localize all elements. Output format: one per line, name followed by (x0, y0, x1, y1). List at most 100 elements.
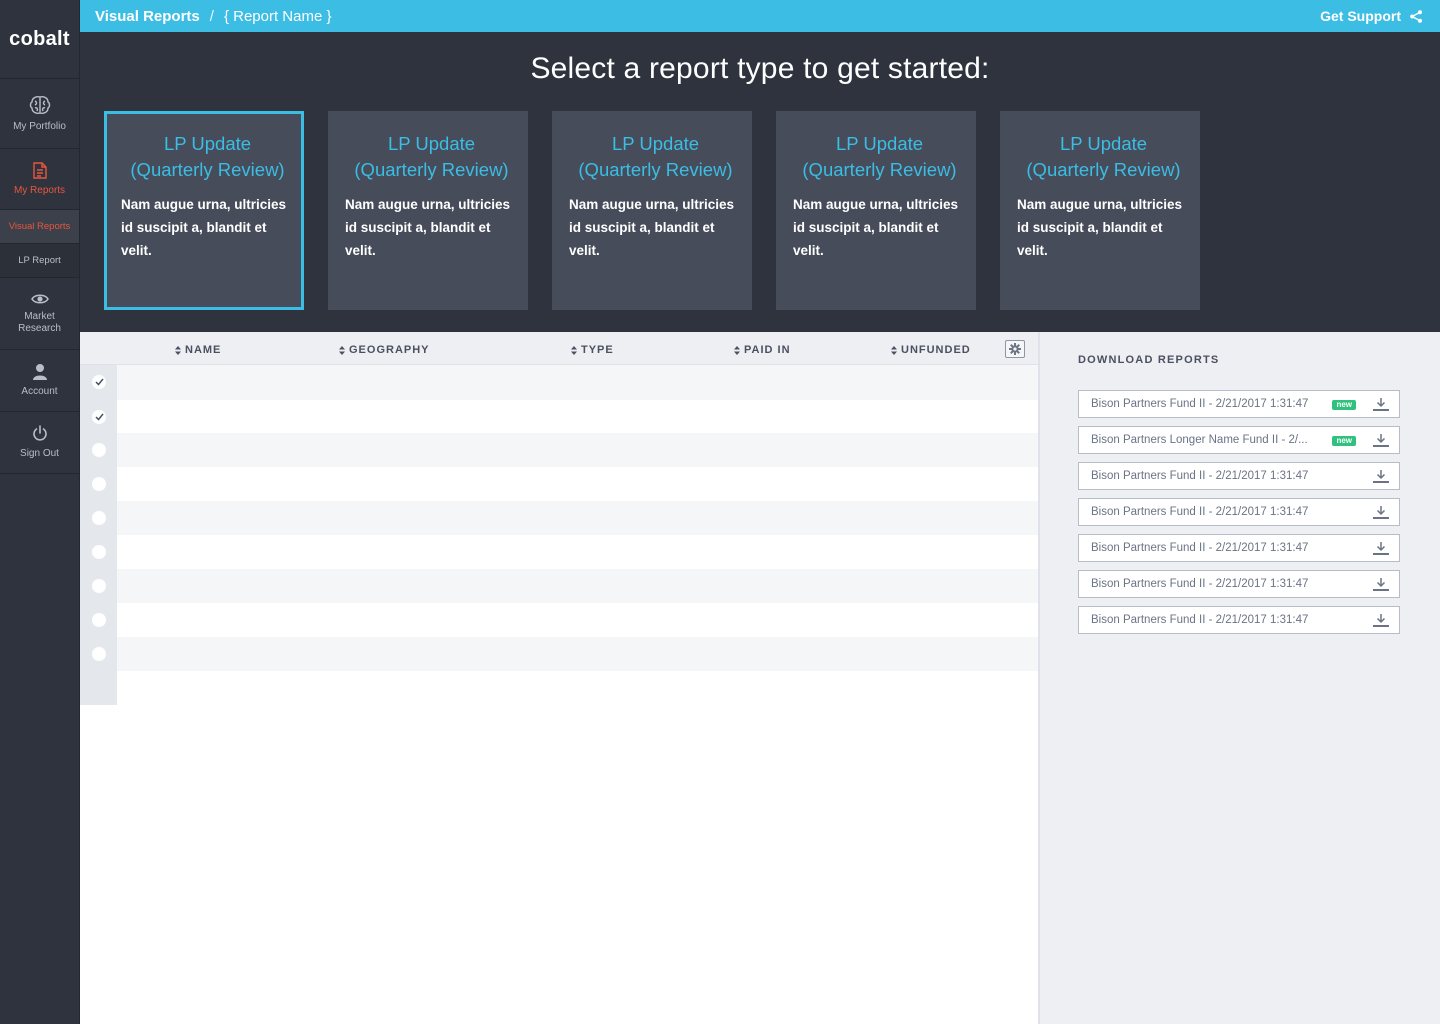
sidebar-item-my-portfolio[interactable]: My Portfolio (0, 79, 79, 149)
row-checkbox[interactable] (92, 443, 106, 457)
get-support-button[interactable]: Get Support (1320, 0, 1422, 32)
row-cells (117, 467, 1038, 501)
sort-icon (571, 345, 577, 355)
document-icon (32, 161, 47, 179)
sort-icon (175, 345, 181, 355)
breadcrumb-current: { Report Name } (223, 7, 332, 25)
report-file-name: Bison Partners Fund II - 2/21/2017 1:31:… (1091, 506, 1309, 518)
page-title: Select a report type to get started: (530, 52, 990, 85)
row-cells (117, 365, 1038, 400)
report-type-section: Select a report type to get started: LP … (80, 32, 1440, 332)
table-header: NAME GEOGRAPHY TYPE PAID IN UNFUNDED (80, 332, 1038, 365)
card-title: LP Update (Quarterly Review) (578, 133, 733, 180)
download-icon[interactable] (1372, 433, 1390, 447)
card-title: LP Update (Quarterly Review) (354, 133, 509, 180)
sort-icon (339, 345, 345, 355)
column-label: UNFUNDED (901, 344, 971, 356)
power-icon (32, 425, 48, 442)
new-badge: new (1332, 400, 1356, 410)
download-report-item[interactable]: Bison Partners Fund II - 2/21/2017 1:31:… (1078, 534, 1400, 562)
report-file-name: Bison Partners Longer Name Fund II - 2/.… (1091, 434, 1308, 446)
download-reports-heading: DOWNLOAD REPORTS (1078, 354, 1220, 366)
row-cells (117, 535, 1038, 569)
sidebar-item-my-reports[interactable]: My Reports (0, 149, 79, 210)
download-report-item[interactable]: Bison Partners Fund II - 2/21/2017 1:31:… (1078, 570, 1400, 598)
download-icon[interactable] (1372, 469, 1390, 483)
sidebar-item-account[interactable]: Account (0, 350, 79, 412)
column-label: NAME (185, 344, 222, 356)
download-report-item[interactable]: Bison Partners Fund II - 2/21/2017 1:31:… (1078, 606, 1400, 634)
sidebar-item-label: LP Report (18, 254, 61, 266)
table-row[interactable] (80, 603, 1038, 637)
card-title: LP Update (Quarterly Review) (130, 133, 285, 180)
row-checkbox[interactable] (92, 410, 106, 424)
sidebar-item-lp-report[interactable]: LP Report (0, 244, 79, 278)
row-checkbox[interactable] (92, 511, 106, 525)
table-row[interactable] (80, 433, 1038, 467)
download-report-item[interactable]: Bison Partners Fund II - 2/21/2017 1:31:… (1078, 498, 1400, 526)
user-icon (32, 363, 47, 380)
card-description: Nam augue urna, ultricies id suscipit a,… (121, 197, 287, 258)
row-checkbox[interactable] (92, 579, 106, 593)
column-header-type[interactable]: TYPE (571, 344, 614, 356)
sidebar-item-sign-out[interactable]: Sign Out (0, 412, 79, 474)
column-header-paid-in[interactable]: PAID IN (734, 344, 791, 356)
column-header-geography[interactable]: GEOGRAPHY (339, 344, 430, 356)
table-row[interactable] (80, 535, 1038, 569)
funds-table: NAME GEOGRAPHY TYPE PAID IN UNFUNDED (80, 332, 1038, 1024)
sort-icon (891, 345, 897, 355)
table-row[interactable] (80, 501, 1038, 535)
column-label: PAID IN (744, 344, 791, 356)
card-description: Nam augue urna, ultricies id suscipit a,… (345, 197, 511, 258)
download-report-item[interactable]: Bison Partners Fund II - 2/21/2017 1:31:… (1078, 462, 1400, 490)
sidebar-item-visual-reports[interactable]: Visual Reports (0, 210, 79, 244)
row-checkbox[interactable] (92, 613, 106, 627)
download-icon[interactable] (1372, 505, 1390, 519)
report-type-card[interactable]: LP Update (Quarterly Review) Nam augue u… (328, 111, 528, 310)
row-cells (117, 569, 1038, 603)
card-description: Nam augue urna, ultricies id suscipit a,… (569, 197, 735, 258)
column-header-unfunded[interactable]: UNFUNDED (891, 344, 971, 356)
get-support-label: Get Support (1320, 8, 1401, 24)
report-type-card[interactable]: LP Update (Quarterly Review) Nam augue u… (1000, 111, 1200, 310)
report-type-card[interactable]: LP Update (Quarterly Review) Nam augue u… (552, 111, 752, 310)
row-checkbox[interactable] (92, 375, 106, 389)
column-label: GEOGRAPHY (349, 344, 430, 356)
download-report-item[interactable]: Bison Partners Fund II - 2/21/2017 1:31:… (1078, 390, 1400, 418)
table-settings-button[interactable] (1005, 340, 1025, 358)
table-row[interactable] (80, 637, 1038, 671)
download-icon[interactable] (1372, 397, 1390, 411)
table-row[interactable] (80, 569, 1038, 603)
table-row[interactable] (80, 365, 1038, 400)
breadcrumb-separator: / (209, 7, 214, 25)
download-reports-panel: DOWNLOAD REPORTS Bison Partners Fund II … (1038, 332, 1440, 1024)
card-title: LP Update (Quarterly Review) (802, 133, 957, 180)
row-checkbox[interactable] (92, 545, 106, 559)
new-badge: new (1332, 436, 1356, 446)
download-icon[interactable] (1372, 613, 1390, 627)
report-type-card[interactable]: LP Update (Quarterly Review) Nam augue u… (776, 111, 976, 310)
report-file-name: Bison Partners Fund II - 2/21/2017 1:31:… (1091, 398, 1309, 410)
row-cells (117, 603, 1038, 637)
report-type-card[interactable]: LP Update (Quarterly Review) Nam augue u… (104, 111, 304, 310)
sidebar-item-market-research[interactable]: Market Research (0, 278, 79, 350)
report-file-name: Bison Partners Fund II - 2/21/2017 1:31:… (1091, 578, 1309, 590)
download-icon[interactable] (1372, 541, 1390, 555)
cobalt-logo[interactable]: cobalt (0, 0, 79, 79)
checkmark-icon (94, 413, 104, 421)
brain-icon (29, 95, 51, 115)
sidebar-item-label: Visual Reports (8, 220, 71, 232)
table-row[interactable] (80, 467, 1038, 501)
download-icon[interactable] (1372, 577, 1390, 591)
breadcrumb-visual-reports[interactable]: Visual Reports (95, 8, 200, 25)
row-checkbox[interactable] (92, 647, 106, 661)
sidebar: cobalt My Portfolio My Reports Visual Re… (0, 0, 80, 1024)
share-icon (1401, 9, 1422, 23)
sidebar-item-label: Market Research (18, 310, 61, 334)
eye-icon (30, 293, 49, 305)
table-row[interactable] (80, 400, 1038, 433)
report-file-name: Bison Partners Fund II - 2/21/2017 1:31:… (1091, 614, 1309, 626)
column-header-name[interactable]: NAME (175, 344, 221, 356)
download-report-item[interactable]: Bison Partners Longer Name Fund II - 2/.… (1078, 426, 1400, 454)
row-checkbox[interactable] (92, 477, 106, 491)
